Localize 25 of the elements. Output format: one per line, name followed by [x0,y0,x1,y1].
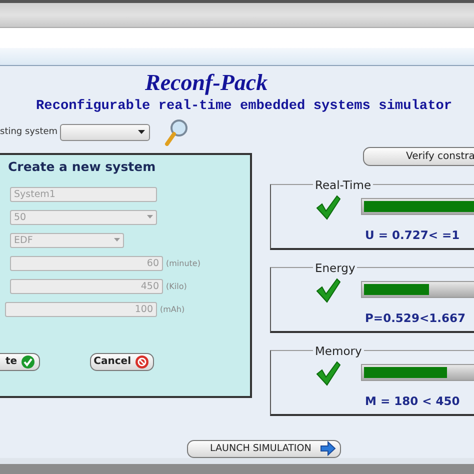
unit-label: (mAh) [160,304,185,314]
group-title: Energy [314,260,356,275]
constraint-reading: P=0.529<1.667 [365,310,466,325]
unit-label: (minute) [166,258,200,268]
field-label: sting system [0,127,56,138]
constraint-reading: U = 0.727< =1 [365,228,461,242]
cancel-button[interactable]: Cancel [90,352,154,371]
app-subtitle: Reconfigurable real-time embedded systems simulator [36,99,454,114]
search-icon[interactable] [164,118,188,146]
panel-title: Create a new system [8,158,157,176]
group-title: Real-Time [314,178,372,192]
group-title: Memory [314,344,363,358]
caret-icon [114,238,120,242]
verify-button[interactable]: Verify constra [363,146,474,166]
create-button[interactable]: te [0,352,40,371]
app-title: Reconf-Pack [145,70,269,98]
constraint-reading: M = 180 < 450 [365,394,461,408]
arrow-icon [320,441,336,456]
cancel-icon [135,354,149,369]
caret-icon [147,215,153,220]
unit-label: (Kilo) [166,282,187,291]
launch-button[interactable]: LAUNCH SIMULATION [187,440,341,458]
ok-icon [21,354,35,369]
caret-icon [138,130,145,134]
system-dropdown[interactable] [60,124,150,141]
